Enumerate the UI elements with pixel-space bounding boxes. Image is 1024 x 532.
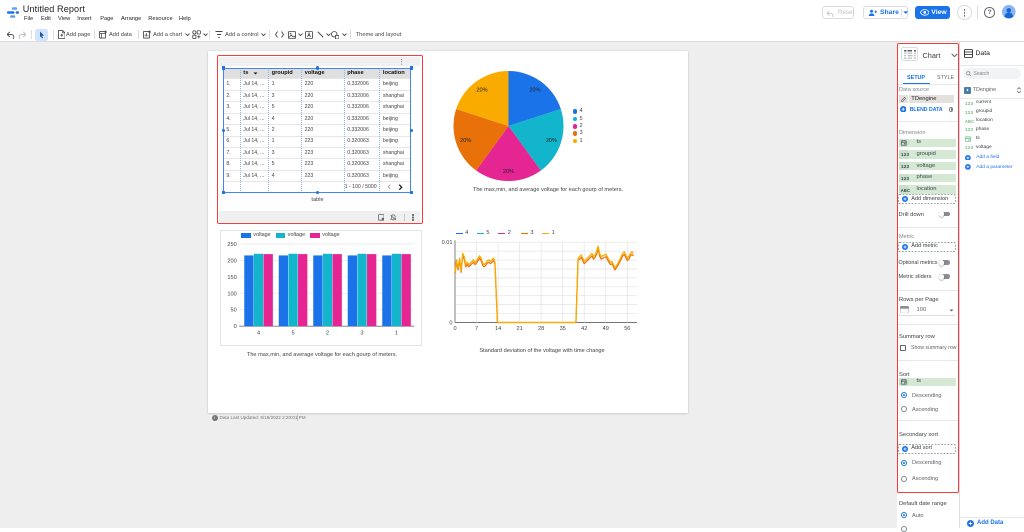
svg-text:56: 56 bbox=[624, 326, 630, 332]
svg-text:7: 7 bbox=[475, 326, 478, 332]
svg-text:100: 100 bbox=[227, 291, 236, 297]
svg-text:50: 50 bbox=[230, 308, 236, 314]
svg-text:2: 2 bbox=[326, 330, 329, 336]
svg-text:1: 1 bbox=[395, 330, 398, 336]
svg-text:0: 0 bbox=[453, 326, 456, 332]
svg-text:20%: 20% bbox=[546, 138, 557, 144]
svg-text:200: 200 bbox=[227, 258, 236, 264]
svg-text:5: 5 bbox=[291, 330, 294, 336]
svg-text:20%: 20% bbox=[460, 138, 471, 144]
svg-text:0: 0 bbox=[234, 324, 237, 330]
svg-text:49: 49 bbox=[603, 326, 609, 332]
svg-text:250: 250 bbox=[227, 242, 236, 248]
svg-text:4: 4 bbox=[257, 330, 260, 336]
svg-text:35: 35 bbox=[560, 326, 566, 332]
svg-text:20%: 20% bbox=[503, 169, 514, 175]
svg-text:20%: 20% bbox=[529, 88, 540, 94]
svg-text:28: 28 bbox=[538, 326, 544, 332]
svg-text:20%: 20% bbox=[476, 88, 487, 94]
svg-text:150: 150 bbox=[227, 275, 236, 281]
svg-text:3: 3 bbox=[360, 330, 363, 336]
svg-text:0.01: 0.01 bbox=[442, 240, 453, 246]
svg-text:42: 42 bbox=[581, 326, 587, 332]
svg-text:21: 21 bbox=[517, 326, 523, 332]
svg-text:0: 0 bbox=[449, 321, 452, 327]
svg-text:14: 14 bbox=[495, 326, 501, 332]
